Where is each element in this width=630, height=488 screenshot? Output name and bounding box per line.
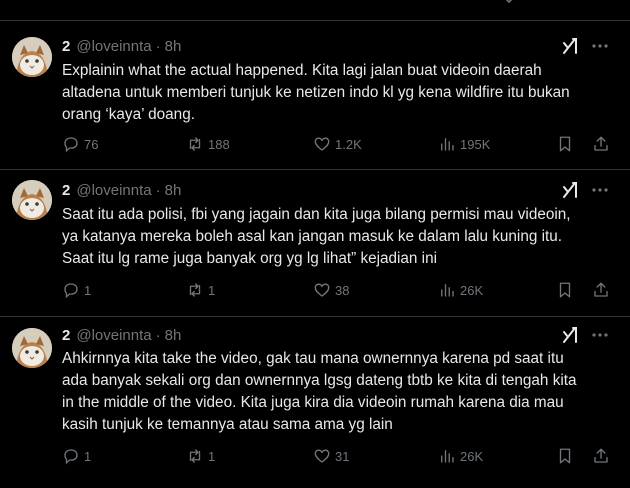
timestamp[interactable]: 8h — [165, 327, 182, 344]
reply-button[interactable]: 1 — [62, 446, 91, 466]
share-button[interactable] — [592, 280, 610, 300]
tweet-text-line: Saat itu ada polisi, fbi yang jagain dan… — [62, 206, 571, 223]
timeline: 2 @loveinnta · 8h Explainin what the act… — [0, 0, 630, 488]
tweet-text-line: ya katanya mereka boleh asal kan jangan … — [62, 228, 562, 245]
grok-icon[interactable] — [560, 36, 580, 56]
chevron-down-icon — [505, 0, 513, 4]
reply-count: 1 — [84, 282, 92, 298]
tweet-header: 2 @loveinnta · 8h — [62, 36, 181, 56]
display-name[interactable]: 2 — [62, 327, 70, 344]
views-icon — [441, 284, 454, 297]
like-button[interactable]: 38 — [313, 280, 349, 300]
tweet-text: Saat itu ada polisi, fbi yang jagain dan… — [62, 204, 622, 270]
repost-button[interactable]: 1 — [186, 446, 215, 466]
timestamp[interactable]: 8h — [165, 182, 182, 199]
like-button[interactable]: 1.2K — [313, 134, 362, 154]
bookmark-icon — [559, 282, 571, 298]
heart-icon — [314, 137, 330, 151]
tweet[interactable]: 2 @loveinnta · 8h Explainin what the act… — [0, 20, 630, 170]
tweet-text-line: Saat itu lg rame juga banyak org yg lg l… — [62, 250, 437, 267]
tweet-actions: 1 1 31 26K — [62, 446, 620, 466]
timestamp[interactable]: 8h — [165, 38, 182, 55]
views-icon — [441, 450, 454, 463]
heart-icon — [314, 449, 330, 463]
user-handle[interactable]: @loveinnta — [76, 182, 151, 199]
user-handle[interactable]: @loveinnta — [76, 327, 151, 344]
heart-icon — [314, 283, 330, 297]
tweet-actions: 76 188 1.2K 195K — [62, 134, 620, 154]
like-count: 1.2K — [335, 136, 362, 152]
views-button[interactable]: 26K — [438, 446, 483, 466]
display-name[interactable]: 2 — [62, 38, 70, 55]
tweet-text-line: Ahkirnnya kita take the video, gak tau m… — [62, 350, 564, 367]
more-icon[interactable] — [590, 36, 610, 56]
like-count: 38 — [335, 282, 350, 298]
like-count: 31 — [335, 448, 350, 464]
views-count: 195K — [460, 136, 491, 152]
tweet-text: Ahkirnnya kita take the video, gak tau m… — [62, 348, 622, 436]
repost-count: 188 — [208, 136, 230, 152]
bookmark-icon — [559, 448, 571, 464]
more-icon[interactable] — [590, 325, 610, 345]
tweet-actions: 1 1 38 26K — [62, 280, 620, 300]
grok-icon[interactable] — [560, 325, 580, 345]
more-icon[interactable] — [590, 180, 610, 200]
reply-icon — [64, 283, 78, 299]
separator-dot: · — [155, 326, 161, 344]
reply-count: 76 — [84, 136, 99, 152]
separator-dot: · — [155, 37, 161, 55]
share-button[interactable] — [592, 446, 610, 466]
reply-count: 1 — [84, 448, 92, 464]
avatar[interactable] — [12, 180, 52, 220]
share-button[interactable] — [592, 134, 610, 154]
separator-dot: · — [155, 181, 161, 199]
reply-button[interactable]: 1 — [62, 280, 91, 300]
repost-icon — [189, 449, 201, 463]
display-name[interactable]: 2 — [62, 182, 70, 199]
tweet-header: 2 @loveinnta · 8h — [62, 180, 181, 200]
tweet[interactable]: 2 @loveinnta · 8h Saat itu ada polisi, f… — [0, 168, 630, 317]
bookmark-icon — [559, 136, 571, 152]
tweet-text-line: Explainin what the actual happened. Kita… — [62, 62, 542, 79]
views-count: 26K — [460, 448, 484, 464]
views-button[interactable]: 26K — [438, 280, 483, 300]
previous-tweet-remnant — [0, 0, 630, 20]
avatar[interactable] — [12, 37, 52, 77]
tweet-text-line: ada banyak sekali org dan ownernnya lgsg… — [62, 372, 577, 389]
repost-icon — [189, 283, 201, 297]
tweet-text: Explainin what the actual happened. Kita… — [62, 60, 622, 126]
tweet-text-line: orang ‘kaya’ doang. — [62, 106, 195, 123]
reply-button[interactable]: 76 — [62, 134, 98, 154]
views-icon — [441, 138, 454, 151]
bookmark-button[interactable] — [556, 446, 574, 466]
repost-count: 1 — [208, 282, 216, 298]
tweet[interactable]: 2 @loveinnta · 8h Ahkirnnya kita take th… — [0, 316, 630, 488]
repost-button[interactable]: 1 — [186, 280, 215, 300]
like-button[interactable]: 31 — [313, 446, 349, 466]
reply-icon — [64, 449, 78, 465]
repost-count: 1 — [208, 448, 216, 464]
share-icon — [594, 136, 608, 151]
reply-icon — [64, 137, 78, 153]
share-icon — [594, 448, 608, 463]
tweet-text-line: kasih tunjuk ke temannya atau sama ama y… — [62, 416, 393, 433]
tweet-text-line: altadena untuk memberi tunjuk ke netizen… — [62, 84, 570, 101]
bookmark-button[interactable] — [556, 280, 574, 300]
tweet-text-line: in the middle of the video. Kita juga ki… — [62, 394, 564, 411]
user-handle[interactable]: @loveinnta — [76, 38, 151, 55]
tweet-header: 2 @loveinnta · 8h — [62, 325, 181, 345]
grok-icon[interactable] — [560, 180, 580, 200]
share-icon — [594, 282, 608, 297]
bookmark-button[interactable] — [556, 134, 574, 154]
views-button[interactable]: 195K — [438, 134, 490, 154]
avatar[interactable] — [12, 328, 52, 368]
views-count: 26K — [460, 282, 484, 298]
repost-button[interactable]: 188 — [186, 134, 230, 154]
repost-icon — [189, 137, 201, 151]
